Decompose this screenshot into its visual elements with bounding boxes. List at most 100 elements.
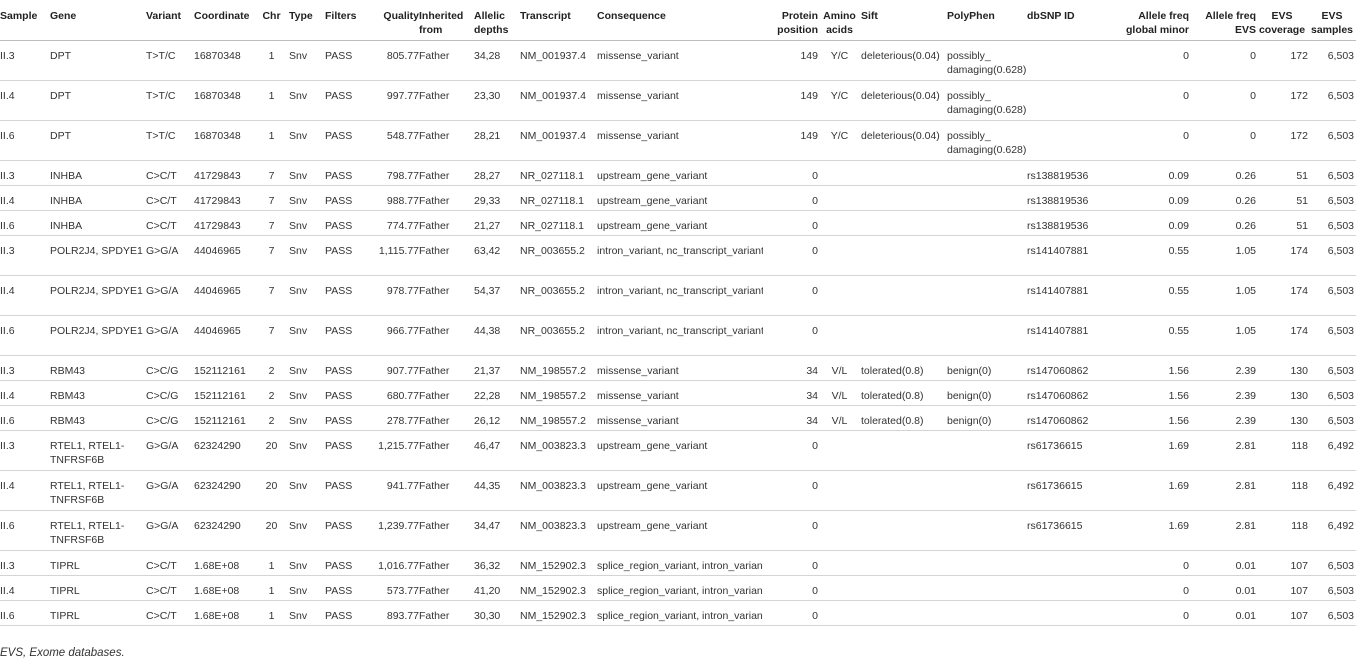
cell-filters: PASS	[325, 550, 369, 576]
cell-variant: T>T/C	[146, 80, 194, 121]
cell-allelic-depths: 36,32	[474, 550, 520, 576]
cell-evs-coverage: 174	[1256, 235, 1308, 276]
cell-inherited-from: Father	[419, 600, 474, 626]
cell-protein-position: 0	[763, 510, 818, 551]
cell-protein-position: 0	[763, 160, 818, 186]
cell-polyphen	[947, 510, 1027, 551]
cell-inherited-from: Father	[419, 355, 474, 381]
cell-allele-freq-evs: 0.26	[1189, 185, 1256, 211]
cell-amino-acids: V/L	[818, 355, 861, 381]
table-document: Sample Gene Variant Coordinate Chr Type Filter…	[0, 0, 1356, 662]
cell-variant: G>G/A	[146, 430, 194, 471]
col-header-type: Type	[289, 0, 325, 41]
cell-chr: 2	[254, 405, 289, 431]
cell-allele-freq-global-minor: 0.55	[1113, 315, 1189, 356]
cell-protein-position: 0	[763, 600, 818, 626]
cell-inherited-from: Father	[419, 235, 474, 276]
cell-allele-freq-global-minor: 0	[1113, 600, 1189, 626]
cell-inherited-from: Father	[419, 120, 474, 161]
cell-amino-acids: V/L	[818, 380, 861, 406]
table-row: II.4 RBM43 C>C/G 152112161 2 Snv PASS 680.77 Fat…	[0, 380, 1356, 406]
cell-allele-freq-evs: 0.01	[1189, 600, 1256, 626]
cell-consequence: missense_variant	[597, 80, 763, 121]
cell-allele-freq-global-minor: 1.56	[1113, 380, 1189, 406]
cell-protein-position: 0	[763, 235, 818, 276]
cell-dbsnp-id: rs141407881	[1027, 315, 1113, 356]
cell-type: Snv	[289, 120, 325, 161]
cell-sift	[861, 185, 947, 211]
cell-coordinate: 41729843	[194, 160, 254, 186]
cell-evs-samples: 6,503	[1308, 575, 1356, 601]
cell-quality: 988.77	[369, 185, 419, 211]
cell-chr: 7	[254, 160, 289, 186]
col-header-gene: Gene	[50, 0, 146, 41]
cell-evs-coverage: 51	[1256, 210, 1308, 236]
cell-transcript: NM_198557.2	[520, 355, 597, 381]
cell-dbsnp-id	[1027, 120, 1113, 161]
col-header-quality: Quality	[369, 0, 419, 41]
cell-polyphen: benign(0)	[947, 355, 1027, 381]
cell-type: Snv	[289, 380, 325, 406]
table-row: II.4 INHBA C>C/T 41729843 7 Snv PASS 988.77 Fath…	[0, 185, 1356, 211]
cell-inherited-from: Father	[419, 405, 474, 431]
cell-filters: PASS	[325, 275, 369, 316]
cell-consequence: intron_variant, nc_transcript_variant	[597, 315, 763, 356]
cell-dbsnp-id	[1027, 600, 1113, 626]
cell-type: Snv	[289, 40, 325, 81]
cell-sift	[861, 210, 947, 236]
cell-sample: II.6	[0, 210, 50, 236]
cell-chr: 7	[254, 275, 289, 316]
cell-chr: 7	[254, 210, 289, 236]
cell-sift	[861, 550, 947, 576]
cell-dbsnp-id	[1027, 40, 1113, 81]
table-row: II.3 RBM43 C>C/G 152112161 2 Snv PASS 907.77 Fat…	[0, 355, 1356, 381]
cell-variant: C>C/G	[146, 355, 194, 381]
cell-sample: II.6	[0, 600, 50, 626]
cell-variant: C>C/T	[146, 210, 194, 236]
cell-quality: 907.77	[369, 355, 419, 381]
cell-allele-freq-evs: 0	[1189, 40, 1256, 81]
cell-evs-samples: 6,503	[1308, 120, 1356, 161]
col-header-sample: Sample	[0, 0, 50, 41]
cell-chr: 20	[254, 470, 289, 511]
cell-gene: INHBA	[50, 160, 146, 186]
cell-consequence: upstream_gene_variant	[597, 160, 763, 186]
table-row: II.4 POLR2J4, SPDYE1 G>G/A 44046965 7 Snv PASS…	[0, 275, 1356, 316]
cell-allele-freq-global-minor: 1.56	[1113, 355, 1189, 381]
table-footnote: EVS, Exome databases.	[0, 647, 125, 659]
cell-allelic-depths: 46,47	[474, 430, 520, 471]
cell-allelic-depths: 21,27	[474, 210, 520, 236]
cell-inherited-from: Father	[419, 80, 474, 121]
cell-inherited-from: Father	[419, 275, 474, 316]
table-row: II.4 TIPRL C>C/T 1.68E+08 1 Snv PASS 573.77 Fath…	[0, 575, 1356, 601]
cell-filters: PASS	[325, 405, 369, 431]
cell-allele-freq-evs: 0.26	[1189, 210, 1256, 236]
cell-sample: II.3	[0, 40, 50, 81]
cell-sift	[861, 275, 947, 316]
col-header-allelic-depths: Allelic depths	[474, 0, 520, 41]
cell-polyphen	[947, 575, 1027, 601]
cell-allele-freq-global-minor: 0	[1113, 550, 1189, 576]
cell-allele-freq-global-minor: 0	[1113, 40, 1189, 81]
cell-transcript: NM_198557.2	[520, 380, 597, 406]
cell-transcript: NM_001937.4	[520, 80, 597, 121]
cell-evs-samples: 6,503	[1308, 355, 1356, 381]
cell-filters: PASS	[325, 120, 369, 161]
cell-transcript: NR_027118.1	[520, 160, 597, 186]
header-row: Sample Gene Variant Coordinate Chr Type Filter…	[0, 0, 1356, 41]
col-header-evs-coverage: EVS coverage	[1256, 0, 1308, 41]
cell-quality: 1,016.77	[369, 550, 419, 576]
cell-allele-freq-evs: 2.81	[1189, 510, 1256, 551]
table-row: II.3 DPT T>T/C 16870348 1 Snv PASS 805.77 Father…	[0, 40, 1356, 81]
cell-type: Snv	[289, 275, 325, 316]
cell-gene: TIPRL	[50, 550, 146, 576]
cell-consequence: missense_variant	[597, 380, 763, 406]
cell-amino-acids	[818, 550, 861, 576]
cell-variant: C>C/T	[146, 600, 194, 626]
table-row: II.4 RTEL1, RTEL1-TNFRSF6B G>G/A 62324290 20…	[0, 470, 1356, 511]
table-body: II.3 DPT T>T/C 16870348 1 Snv PASS 805.77 Father…	[0, 40, 1356, 626]
cell-polyphen	[947, 160, 1027, 186]
cell-allele-freq-global-minor: 1.69	[1113, 470, 1189, 511]
table-row: II.6 RBM43 C>C/G 152112161 2 Snv PASS 278.77 Fat…	[0, 405, 1356, 431]
cell-allelic-depths: 28,27	[474, 160, 520, 186]
